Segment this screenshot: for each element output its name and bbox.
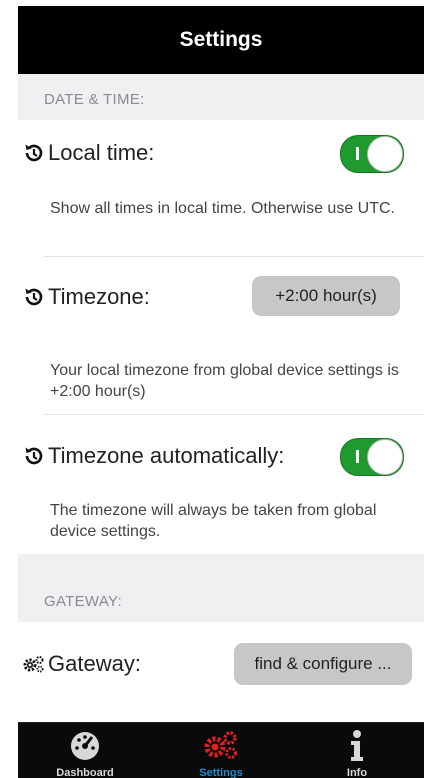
tab-info[interactable]: Info (302, 723, 412, 778)
gears-icon (202, 729, 240, 766)
local-time-label: Local time: (48, 140, 155, 165)
timezone-label: Timezone: (48, 284, 150, 309)
timezone-auto-description: The timezone will always be taken from g… (50, 502, 377, 540)
timezone-auto-toggle[interactable] (340, 438, 404, 476)
section-header-label: GATEWAY: (44, 593, 122, 610)
gateway-label: Gateway: (48, 651, 141, 676)
gateway-row: Gateway: find & configure ... (18, 640, 424, 688)
phone-screen: Settings DATE & TIME: Local time: Show a… (18, 6, 424, 778)
divider (44, 414, 424, 415)
navigation-bar: Settings (18, 6, 424, 74)
tab-label: Info (346, 767, 368, 778)
gateway-find-configure-button[interactable]: find & configure ... (234, 643, 412, 685)
divider (44, 256, 424, 257)
tab-label: Settings (199, 767, 243, 778)
settings-list[interactable]: DATE & TIME: Local time: Show all times … (18, 74, 424, 722)
timezone-button[interactable]: +2:00 hour(s) (252, 276, 400, 316)
speedometer-icon (68, 729, 102, 766)
page-title: Settings (179, 28, 263, 51)
section-header-gateway: GATEWAY: (18, 554, 424, 622)
history-icon (22, 444, 46, 468)
section-header-label: DATE & TIME: (44, 91, 145, 108)
tab-bar: Dashboard Settings Info (18, 722, 424, 778)
info-icon (345, 729, 369, 768)
tab-label: Dashboard (56, 767, 114, 778)
toggle-on-indicator (356, 450, 359, 463)
timezone-row: Timezone: +2:00 hour(s) (18, 273, 424, 321)
timezone-auto-row: Timezone automatically: (18, 431, 424, 481)
local-time-toggle[interactable] (340, 135, 404, 173)
local-time-row: Local time: (18, 128, 424, 178)
toggle-knob (367, 136, 403, 172)
tab-settings[interactable]: Settings (166, 723, 276, 778)
toggle-on-indicator (356, 147, 359, 160)
timezone-auto-label: Timezone automatically: (48, 443, 285, 468)
toggle-knob (367, 439, 403, 475)
history-icon (22, 285, 46, 309)
local-time-description: Show all times in local time. Otherwise … (50, 200, 395, 217)
timezone-description: Your local timezone from global device s… (50, 362, 399, 400)
section-header-date-time: DATE & TIME: (18, 74, 424, 120)
history-icon (22, 141, 46, 165)
tab-dashboard[interactable]: Dashboard (30, 723, 140, 778)
gears-icon (22, 653, 46, 677)
